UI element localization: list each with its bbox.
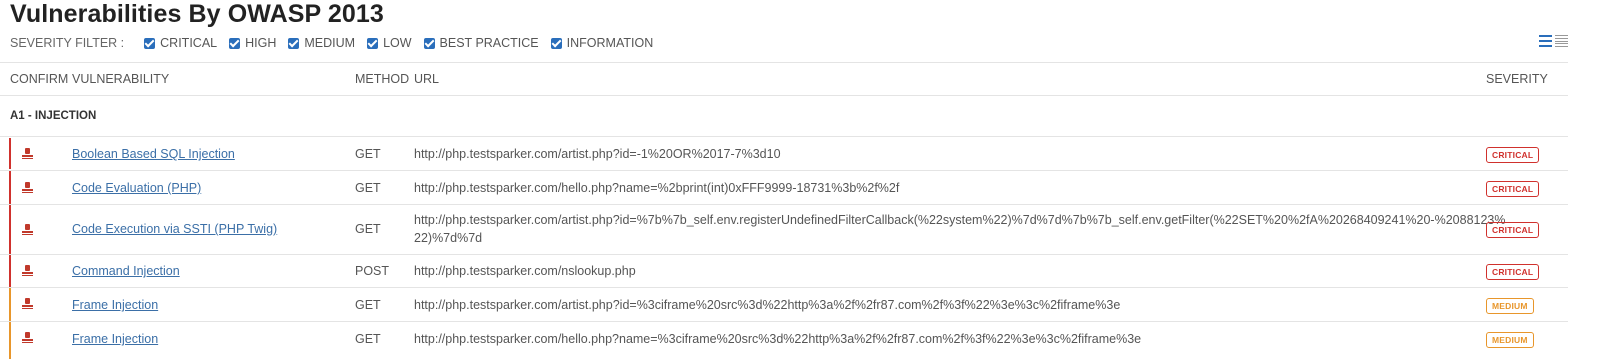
table-row: Boolean Based SQL Injection GET http://p… <box>0 138 1568 169</box>
divider <box>0 62 1568 63</box>
severity-badge: CRITICAL <box>1486 147 1540 163</box>
filter-best-practice-label: BEST PRACTICE <box>439 36 539 50</box>
severity-filter-bar: SEVERITY FILTER : CRITICAL HIGH MEDIUM L… <box>10 35 665 51</box>
url-cell: http://php.testsparker.com/artist.php?id… <box>414 298 1121 312</box>
page-title: Vulnerabilities By OWASP 2013 <box>10 0 384 28</box>
divider <box>0 95 1568 96</box>
severity-badge: CRITICAL <box>1486 222 1540 238</box>
method-cell: GET <box>355 222 381 236</box>
checkbox-checked-icon[interactable] <box>229 37 241 49</box>
method-cell: GET <box>355 332 381 346</box>
table-row: Command Injection POST http://php.testsp… <box>0 255 1568 287</box>
severity-bar <box>9 171 11 204</box>
view-toggle <box>1539 35 1571 47</box>
filter-critical[interactable]: CRITICAL <box>144 36 217 50</box>
table-row: Frame Injection GET http://php.testspark… <box>0 322 1568 359</box>
filter-critical-label: CRITICAL <box>160 36 218 50</box>
stamp-icon[interactable] <box>22 298 33 309</box>
url-cell-continued: 22)%7d%7d <box>414 231 483 245</box>
url-cell: http://php.testsparker.com/artist.php?id… <box>414 213 1506 227</box>
vulnerability-link[interactable]: Command Injection <box>72 264 180 278</box>
url-cell: http://php.testsparker.com/artist.php?id… <box>414 147 781 161</box>
header-confirm[interactable]: CONFIRM <box>10 72 68 86</box>
checkbox-checked-icon[interactable] <box>550 37 562 49</box>
header-method[interactable]: METHOD <box>355 72 409 86</box>
severity-bar <box>9 322 11 359</box>
group-heading: A1 - INJECTION <box>10 110 97 122</box>
severity-bar <box>9 205 11 254</box>
checkbox-checked-icon[interactable] <box>144 37 156 49</box>
compact-list-icon[interactable] <box>1555 35 1568 47</box>
filter-best-practice[interactable]: BEST PRACTICE <box>423 36 539 50</box>
filter-high[interactable]: HIGH <box>229 36 276 50</box>
table-row: Frame Injection GET http://php.testspark… <box>0 288 1568 321</box>
vulnerability-link[interactable]: Frame Injection <box>72 332 158 346</box>
severity-badge: CRITICAL <box>1486 264 1540 280</box>
filter-low[interactable]: LOW <box>367 36 412 50</box>
stamp-icon[interactable] <box>22 332 33 343</box>
filter-information-label: INFORMATION <box>566 36 654 50</box>
method-cell: GET <box>355 298 381 312</box>
severity-badge: MEDIUM <box>1486 332 1534 348</box>
header-url[interactable]: URL <box>414 72 439 86</box>
checkbox-checked-icon[interactable] <box>367 37 379 49</box>
checkbox-checked-icon[interactable] <box>288 37 300 49</box>
table-row: Code Evaluation (PHP) GET http://php.tes… <box>0 171 1568 204</box>
url-cell: http://php.testsparker.com/hello.php?nam… <box>414 181 900 195</box>
list-view-icon[interactable] <box>1539 35 1552 47</box>
filter-medium[interactable]: MEDIUM <box>288 36 355 50</box>
method-cell: POST <box>355 264 390 278</box>
checkbox-checked-icon[interactable] <box>423 37 435 49</box>
filter-medium-label: MEDIUM <box>304 36 356 50</box>
stamp-icon[interactable] <box>22 148 33 159</box>
filter-information[interactable]: INFORMATION <box>550 36 654 50</box>
vulnerability-link[interactable]: Frame Injection <box>72 298 158 312</box>
severity-bar <box>9 138 11 169</box>
url-cell: http://php.testsparker.com/hello.php?nam… <box>414 332 1142 346</box>
vulnerability-link[interactable]: Code Execution via SSTI (PHP Twig) <box>72 222 277 236</box>
severity-badge: MEDIUM <box>1486 298 1534 314</box>
filter-high-label: HIGH <box>245 36 277 50</box>
divider <box>0 136 1568 137</box>
url-cell: http://php.testsparker.com/nslookup.php <box>414 264 636 278</box>
stamp-icon[interactable] <box>22 224 33 235</box>
severity-bar <box>9 288 11 321</box>
severity-filter-label: SEVERITY FILTER : <box>10 36 125 50</box>
severity-bar <box>9 255 11 287</box>
table-row: Code Execution via SSTI (PHP Twig) GET h… <box>0 205 1568 254</box>
method-cell: GET <box>355 181 381 195</box>
stamp-icon[interactable] <box>22 265 33 276</box>
stamp-icon[interactable] <box>22 182 33 193</box>
severity-badge: CRITICAL <box>1486 181 1540 197</box>
vulnerability-link[interactable]: Code Evaluation (PHP) <box>72 181 201 195</box>
vulnerability-link[interactable]: Boolean Based SQL Injection <box>72 147 235 161</box>
filter-low-label: LOW <box>383 36 412 50</box>
method-cell: GET <box>355 147 381 161</box>
header-severity[interactable]: SEVERITY <box>1486 72 1548 86</box>
header-vulnerability[interactable]: VULNERABILITY <box>72 72 169 86</box>
